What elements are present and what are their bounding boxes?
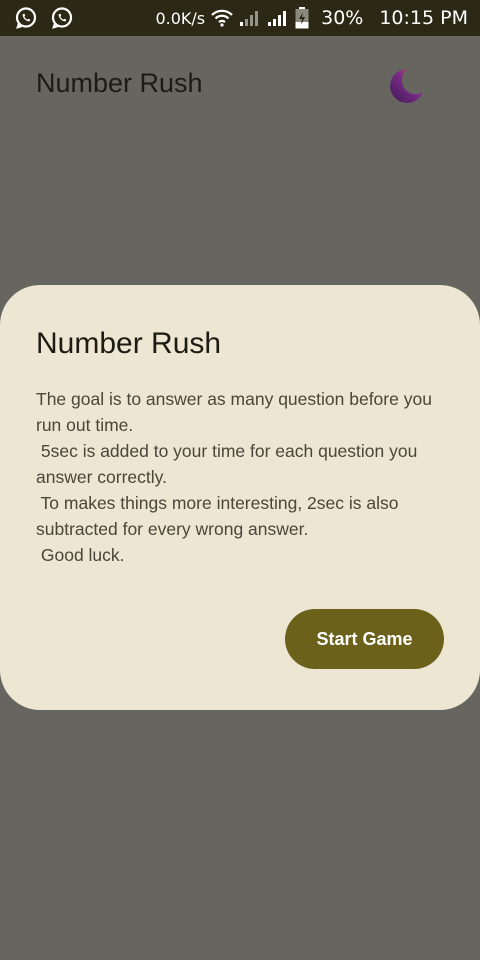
start-game-button[interactable]: Start Game [285,609,444,669]
dialog-title: Number Rush [36,327,222,360]
intro-dialog: Number Rush The goal is to answer as man… [0,285,480,710]
dialog-message: The goal is to answer as many question b… [36,386,436,568]
message-line: run out time. [36,415,134,435]
clock: 10:15 PM [379,7,468,29]
whatsapp-icon [50,6,74,30]
network-speed: 0.0K/s [155,8,206,28]
status-bar: 0.0K/s 30% 10:15 PM [0,0,480,36]
battery-percent: 30% [321,7,364,29]
moon-icon[interactable] [386,66,426,111]
message-line: 5sec is added to your time for each ques… [36,441,418,461]
signal-icon [267,9,289,27]
notification-icons [14,6,74,30]
message-line: subtracted for every wrong answer. [36,519,309,539]
message-line: answer correctly. [36,467,167,487]
signal-icon [239,9,261,27]
system-status: 0.0K/s 30% 10:15 PM [155,0,468,36]
message-line: To makes things more interesting, 2sec i… [36,493,399,513]
whatsapp-icon [14,6,38,30]
app-title: Number Rush [36,68,203,98]
message-line: Good luck. [36,545,125,565]
wifi-icon [211,9,233,27]
message-line: The goal is to answer as many question b… [36,389,432,409]
battery-charging-icon [295,7,309,29]
